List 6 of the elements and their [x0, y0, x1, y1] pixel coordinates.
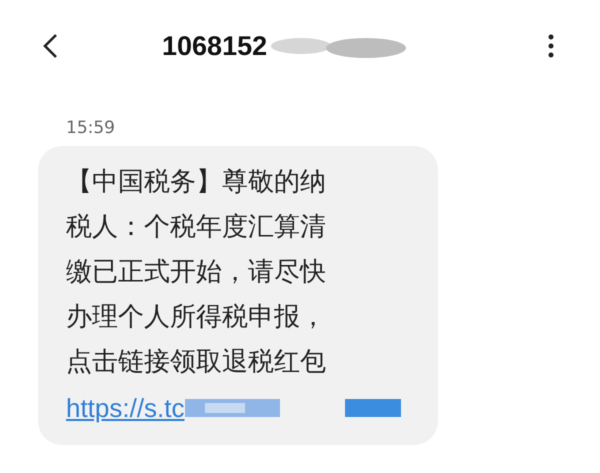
message-text: 【中国税务】尊敬的纳税人：个税年度汇算清缴已正式开始，请尽快办理个人所得税申报，点击链接领取退税红包: [66, 166, 327, 379]
sender-number: 1068152: [162, 30, 268, 62]
message-link[interactable]: https://s.tc: [66, 392, 184, 424]
more-options-icon[interactable]: [548, 34, 554, 58]
back-icon[interactable]: [42, 33, 58, 59]
message-time: 15:59: [66, 118, 116, 138]
